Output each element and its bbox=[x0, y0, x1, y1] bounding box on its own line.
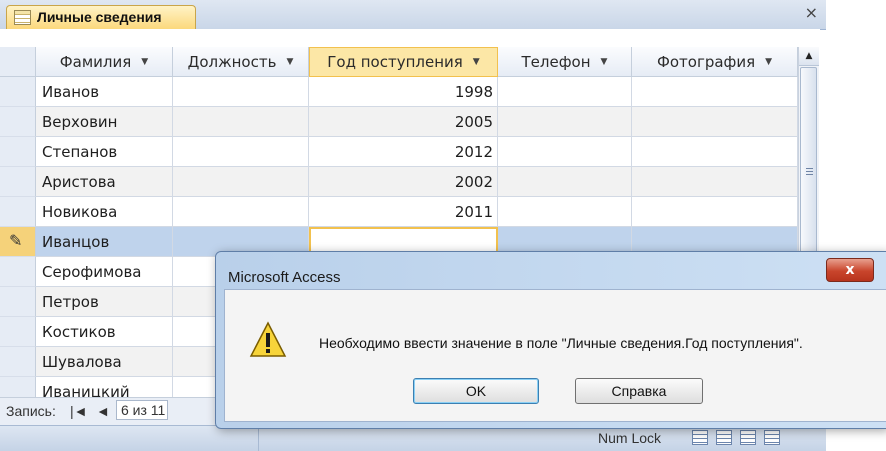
row-selector[interactable] bbox=[0, 77, 36, 107]
cell-surname[interactable]: Серофимова bbox=[36, 257, 173, 287]
cell-year[interactable]: 2011 bbox=[309, 197, 498, 227]
cell-position[interactable] bbox=[173, 167, 309, 197]
tab-label: Личные сведения bbox=[37, 9, 162, 25]
design-view-icon[interactable] bbox=[764, 430, 780, 445]
cell-surname[interactable]: Новикова bbox=[36, 197, 173, 227]
ok-button[interactable]: OK bbox=[413, 378, 539, 404]
scroll-up-icon[interactable]: ▲ bbox=[799, 47, 819, 66]
previous-record-icon[interactable]: ◄ bbox=[96, 403, 110, 419]
cell-surname[interactable]: Петров bbox=[36, 287, 173, 317]
record-label: Запись: bbox=[6, 403, 56, 419]
help-button[interactable]: Справка bbox=[575, 378, 703, 404]
select-all-corner[interactable] bbox=[0, 47, 36, 77]
table-row[interactable]: Степанов 2012 bbox=[0, 137, 798, 167]
cell-phone[interactable] bbox=[498, 137, 632, 167]
cell-year[interactable]: 2005 bbox=[309, 107, 498, 137]
dialog-title: Microsoft Access bbox=[228, 269, 341, 286]
tab-personal-info[interactable]: Личные сведения bbox=[6, 5, 196, 30]
cell-surname[interactable]: Аристова bbox=[36, 167, 173, 197]
row-selector[interactable] bbox=[0, 197, 36, 227]
cell-year[interactable]: 1998 bbox=[309, 77, 498, 107]
dropdown-arrow-icon[interactable]: ▼ bbox=[286, 57, 293, 67]
cell-surname[interactable]: Костиков bbox=[36, 317, 173, 347]
cell-position[interactable] bbox=[173, 77, 309, 107]
cell-phone[interactable] bbox=[498, 107, 632, 137]
table-row[interactable]: Новикова 2011 bbox=[0, 197, 798, 227]
tab-strip: Личные сведения × bbox=[0, 0, 826, 30]
row-selector[interactable]: ✎ bbox=[0, 227, 36, 257]
row-selector[interactable] bbox=[0, 317, 36, 347]
cell-photo[interactable] bbox=[632, 137, 798, 167]
table-row[interactable]: Аристова 2002 bbox=[0, 167, 798, 197]
cell-photo[interactable] bbox=[632, 77, 798, 107]
cell-surname[interactable]: Шувалова bbox=[36, 347, 173, 377]
column-header-surname[interactable]: Фамилия ▼ bbox=[36, 47, 173, 77]
dropdown-arrow-icon[interactable]: ▼ bbox=[473, 57, 480, 67]
column-header-photo[interactable]: Фотография ▼ bbox=[632, 47, 798, 77]
column-header-phone[interactable]: Телефон ▼ bbox=[498, 47, 632, 77]
column-label: Должность bbox=[187, 52, 277, 71]
cell-phone[interactable] bbox=[498, 197, 632, 227]
cell-photo[interactable] bbox=[632, 197, 798, 227]
cell-year[interactable]: 2012 bbox=[309, 137, 498, 167]
column-label: Год поступления bbox=[327, 53, 463, 71]
dialog-close-button[interactable]: x bbox=[826, 258, 874, 282]
table-row[interactable]: Верховин 2005 bbox=[0, 107, 798, 137]
cell-photo[interactable] bbox=[632, 167, 798, 197]
cell-surname[interactable]: Степанов bbox=[36, 137, 173, 167]
cell-position[interactable] bbox=[173, 197, 309, 227]
current-record-field[interactable]: 6 из 11 bbox=[116, 400, 168, 420]
cell-surname[interactable]: Иванцов bbox=[36, 227, 173, 257]
first-record-icon[interactable]: |◄ bbox=[70, 403, 88, 419]
cell-position[interactable] bbox=[173, 107, 309, 137]
cell-surname[interactable]: Иванов bbox=[36, 77, 173, 107]
datasheet-view-icon[interactable] bbox=[692, 430, 708, 445]
dropdown-arrow-icon[interactable]: ▼ bbox=[765, 57, 772, 67]
cell-surname[interactable]: Верховин bbox=[36, 107, 173, 137]
cell-position[interactable] bbox=[173, 137, 309, 167]
column-header-row: Фамилия ▼ Должность ▼ Год поступления ▼ … bbox=[0, 47, 798, 77]
column-label: Фамилия bbox=[59, 52, 132, 71]
row-selector[interactable] bbox=[0, 107, 36, 137]
pivot-chart-view-icon[interactable] bbox=[740, 430, 756, 445]
cell-phone[interactable] bbox=[498, 77, 632, 107]
column-label: Фотография bbox=[656, 52, 756, 71]
grip-icon bbox=[806, 168, 813, 176]
row-selector[interactable] bbox=[0, 167, 36, 197]
table-icon bbox=[14, 10, 31, 25]
cell-phone[interactable] bbox=[498, 167, 632, 197]
row-selector[interactable] bbox=[0, 137, 36, 167]
column-label: Телефон bbox=[521, 52, 591, 71]
column-header-year[interactable]: Год поступления ▼ bbox=[309, 47, 498, 77]
num-lock-indicator: Num Lock bbox=[598, 430, 662, 446]
warning-icon bbox=[249, 321, 287, 357]
row-selector[interactable] bbox=[0, 347, 36, 377]
dialog-message: Необходимо ввести значение в поле "Личны… bbox=[319, 335, 803, 351]
close-tab-icon[interactable]: × bbox=[805, 4, 818, 22]
row-selector[interactable] bbox=[0, 287, 36, 317]
column-header-position[interactable]: Должность ▼ bbox=[173, 47, 309, 77]
pivot-table-view-icon[interactable] bbox=[716, 430, 732, 445]
error-dialog: Microsoft Access x Необходимо ввести зна… bbox=[215, 251, 886, 429]
cell-photo[interactable] bbox=[632, 107, 798, 137]
cell-year[interactable]: 2002 bbox=[309, 167, 498, 197]
dropdown-arrow-icon[interactable]: ▼ bbox=[141, 57, 148, 67]
dialog-body: Необходимо ввести значение в поле "Личны… bbox=[224, 289, 886, 422]
row-selector[interactable] bbox=[0, 257, 36, 287]
status-left-pane bbox=[0, 426, 259, 451]
table-row[interactable]: Иванов 1998 bbox=[0, 77, 798, 107]
edit-pencil-icon: ✎ bbox=[9, 231, 23, 250]
dropdown-arrow-icon[interactable]: ▼ bbox=[601, 57, 608, 67]
